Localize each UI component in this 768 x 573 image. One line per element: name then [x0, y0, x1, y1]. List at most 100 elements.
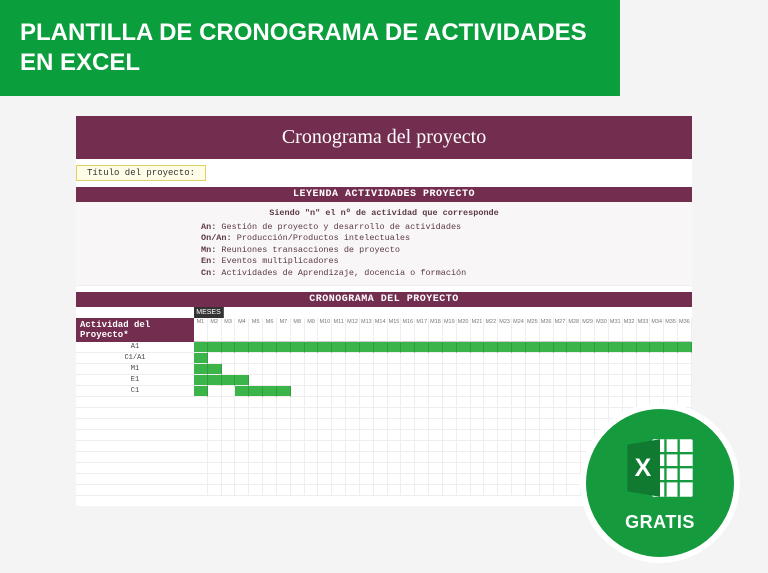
gantt-cell	[567, 430, 581, 441]
gantt-cell	[208, 386, 222, 397]
gantt-cell	[401, 408, 415, 419]
gantt-cell	[540, 485, 554, 496]
gantt-cell	[291, 364, 305, 375]
gantt-cell	[567, 375, 581, 386]
legend-line: En: Eventos multiplicadores	[201, 256, 682, 267]
gantt-cell	[498, 474, 512, 485]
gantt-cell	[443, 375, 457, 386]
legend-line: On/An: Producción/Productos intelectuale…	[201, 233, 682, 244]
gantt-cell	[540, 430, 554, 441]
gantt-cell	[332, 474, 346, 485]
gantt-cell	[360, 430, 374, 441]
gantt-cell	[332, 397, 346, 408]
gantt-cell	[595, 364, 609, 375]
gantt-cell	[208, 474, 222, 485]
gantt-cell	[318, 463, 332, 474]
gantt-cell	[388, 342, 402, 353]
gantt-cell	[291, 430, 305, 441]
gantt-cell	[235, 441, 249, 452]
gantt-cell	[401, 452, 415, 463]
tick-cell: M6	[263, 318, 277, 342]
gantt-cell	[360, 474, 374, 485]
gantt-cell	[498, 419, 512, 430]
gantt-cell	[208, 342, 222, 353]
gantt-cell	[208, 364, 222, 375]
gantt-cell	[332, 485, 346, 496]
gantt-cell	[637, 353, 651, 364]
gantt-cell	[249, 452, 263, 463]
gantt-cell	[305, 353, 319, 364]
gantt-cell	[388, 397, 402, 408]
gantt-cell	[194, 353, 208, 364]
gantt-cell	[526, 441, 540, 452]
gantt-cell	[277, 397, 291, 408]
gantt-cell	[374, 364, 388, 375]
gantt-cell	[332, 452, 346, 463]
banner-line-2: EN EXCEL	[20, 48, 600, 78]
gantt-cell	[429, 364, 443, 375]
gantt-cell	[235, 430, 249, 441]
gantt-cell	[581, 408, 595, 419]
gantt-row-label	[76, 419, 194, 430]
gantt-cell	[471, 463, 485, 474]
gantt-cell	[429, 474, 443, 485]
gantt-cell	[526, 353, 540, 364]
gantt-cell	[401, 375, 415, 386]
gantt-cell	[457, 353, 471, 364]
gantt-cell	[567, 419, 581, 430]
gantt-cell	[277, 485, 291, 496]
gantt-cell	[581, 375, 595, 386]
gantt-cell	[512, 353, 526, 364]
gantt-cell	[332, 364, 346, 375]
gantt-cell	[484, 474, 498, 485]
gantt-cell	[360, 419, 374, 430]
gantt-cell	[277, 364, 291, 375]
gantt-cell	[374, 397, 388, 408]
gantt-cell	[277, 474, 291, 485]
legend-line: Cn: Actividades de Aprendizaje, docencia…	[201, 268, 682, 279]
gantt-cell	[305, 430, 319, 441]
gantt-cell	[360, 452, 374, 463]
gantt-cell	[415, 364, 429, 375]
gantt-cell	[346, 441, 360, 452]
month-header-row: MESES	[76, 307, 692, 318]
gantt-cell	[415, 463, 429, 474]
gantt-cell	[540, 408, 554, 419]
gantt-cell	[346, 353, 360, 364]
gantt-cell	[498, 386, 512, 397]
gantt-cell	[222, 463, 236, 474]
gantt-cell	[305, 419, 319, 430]
gantt-cell	[512, 419, 526, 430]
gantt-cell	[554, 386, 568, 397]
gantt-cell	[484, 364, 498, 375]
gantt-row: E1	[76, 375, 692, 386]
gantt-cell	[263, 397, 277, 408]
gantt-row	[76, 397, 692, 408]
gantt-cell	[540, 386, 554, 397]
gantt-cell	[664, 364, 678, 375]
gantt-cell	[263, 342, 277, 353]
gantt-cell	[249, 485, 263, 496]
gantt-cell	[388, 375, 402, 386]
gantt-cell	[484, 430, 498, 441]
gantt-cell	[484, 408, 498, 419]
gantt-cell	[512, 342, 526, 353]
gantt-cell	[222, 397, 236, 408]
gantt-cell	[194, 485, 208, 496]
gantt-cell	[650, 353, 664, 364]
tick-cell: M31	[609, 318, 623, 342]
gantt-cell	[526, 375, 540, 386]
tick-cell: M28	[567, 318, 581, 342]
gantt-cell	[305, 375, 319, 386]
gantt-cell	[208, 419, 222, 430]
gantt-cell	[554, 485, 568, 496]
gantt-cell	[678, 375, 692, 386]
gantt-cell	[415, 408, 429, 419]
gantt-cell	[208, 375, 222, 386]
gantt-cell	[457, 474, 471, 485]
gantt-cell	[360, 353, 374, 364]
gantt-cell	[484, 386, 498, 397]
gantt-cell	[277, 463, 291, 474]
legend-desc: Actividades de Aprendizaje, docencia o f…	[216, 268, 466, 278]
gantt-cell	[623, 353, 637, 364]
